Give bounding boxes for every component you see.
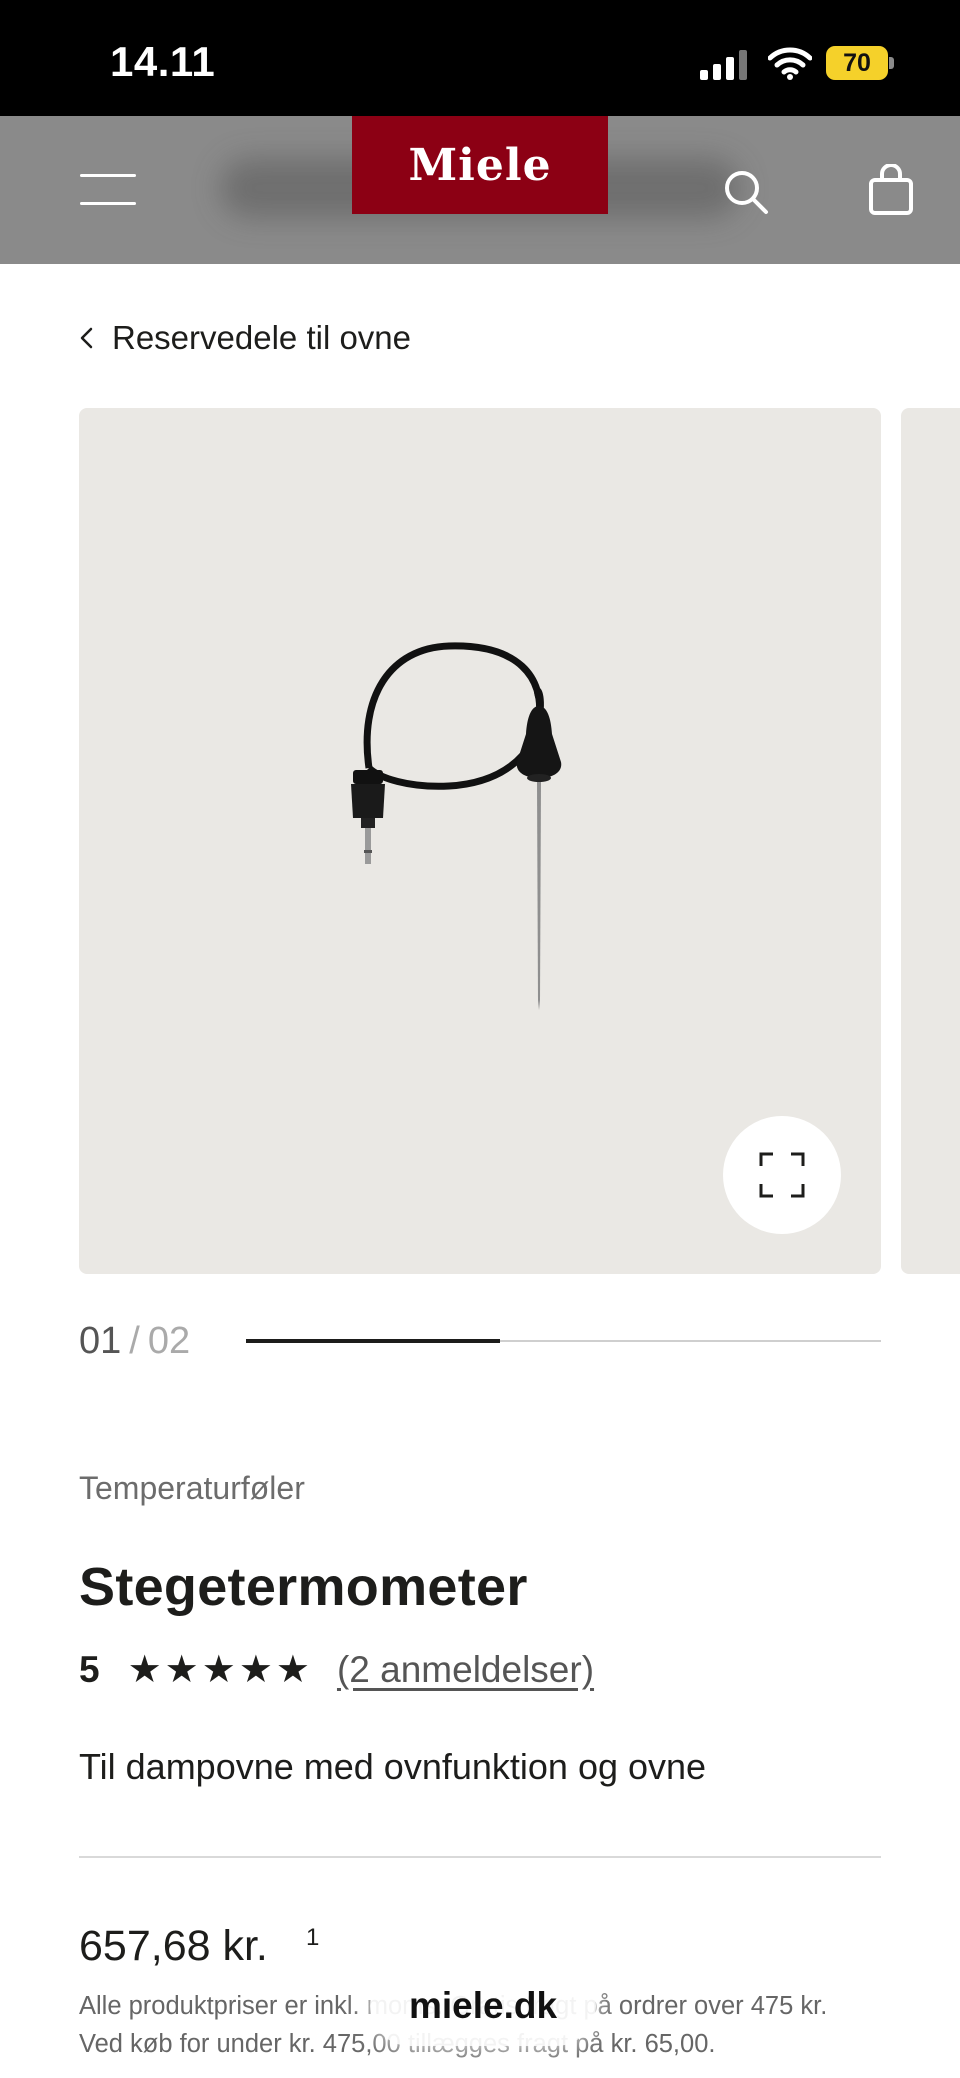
cellular-signal-icon [700,50,747,80]
gallery-progress-bar [246,1339,881,1343]
brand-name: Miele [408,139,552,191]
star-icon: ★ [164,1649,199,1691]
gallery-progress-fill [246,1339,500,1343]
price-footnote-marker: 1 [306,1924,320,1951]
product-rating: 5 ★ ★ ★ ★ ★ (2 anmeldelser) [79,1646,594,1694]
gallery-pagination: 01 / 02 [79,1316,190,1366]
star-icon: ★ [238,1649,273,1691]
product-subtitle: Til dampovne med ovnfunktion og ovne [79,1746,707,1787]
browser-url: miele.dk [408,1985,558,2026]
site-header: Miele [0,116,960,264]
fullscreen-button[interactable] [723,1116,841,1234]
browser-url-bar[interactable]: miele.dk [370,1966,596,2046]
battery-icon: 70 [826,46,894,80]
product-image [351,642,562,1010]
status-bar: 14.11 70 [0,0,960,116]
breadcrumb[interactable]: Reservedele til ovne [78,314,411,362]
rating-value: 5 [79,1649,100,1690]
next-image-peek[interactable] [901,408,960,1274]
expand-icon [759,1152,805,1198]
shopping-bag-icon[interactable] [868,164,914,216]
rating-stars: ★ ★ ★ ★ ★ [128,1651,313,1689]
miele-logo[interactable]: Miele [352,116,608,214]
total-slides: 02 [147,1319,191,1362]
reviews-link[interactable]: (2 anmeldelser) [337,1649,594,1691]
wifi-icon [768,47,812,80]
menu-icon[interactable] [80,172,136,206]
product-category: Temperaturføler [79,1470,305,1506]
battery-level: 70 [826,46,888,80]
search-icon[interactable] [722,168,770,216]
status-time: 14.11 [110,38,216,85]
breadcrumb-label: Reservedele til ovne [112,319,411,356]
star-icon: ★ [275,1649,310,1691]
product-image-gallery[interactable] [79,408,881,1274]
current-slide: 01 [79,1319,122,1362]
star-icon: ★ [201,1649,236,1691]
divider [79,1856,881,1858]
product-title: Stegetermometer [79,1557,528,1617]
product-price: 657,68 kr. [79,1922,268,1970]
star-icon: ★ [127,1649,162,1691]
chevron-left-icon [80,327,93,349]
slide-separator: / [129,1319,140,1362]
